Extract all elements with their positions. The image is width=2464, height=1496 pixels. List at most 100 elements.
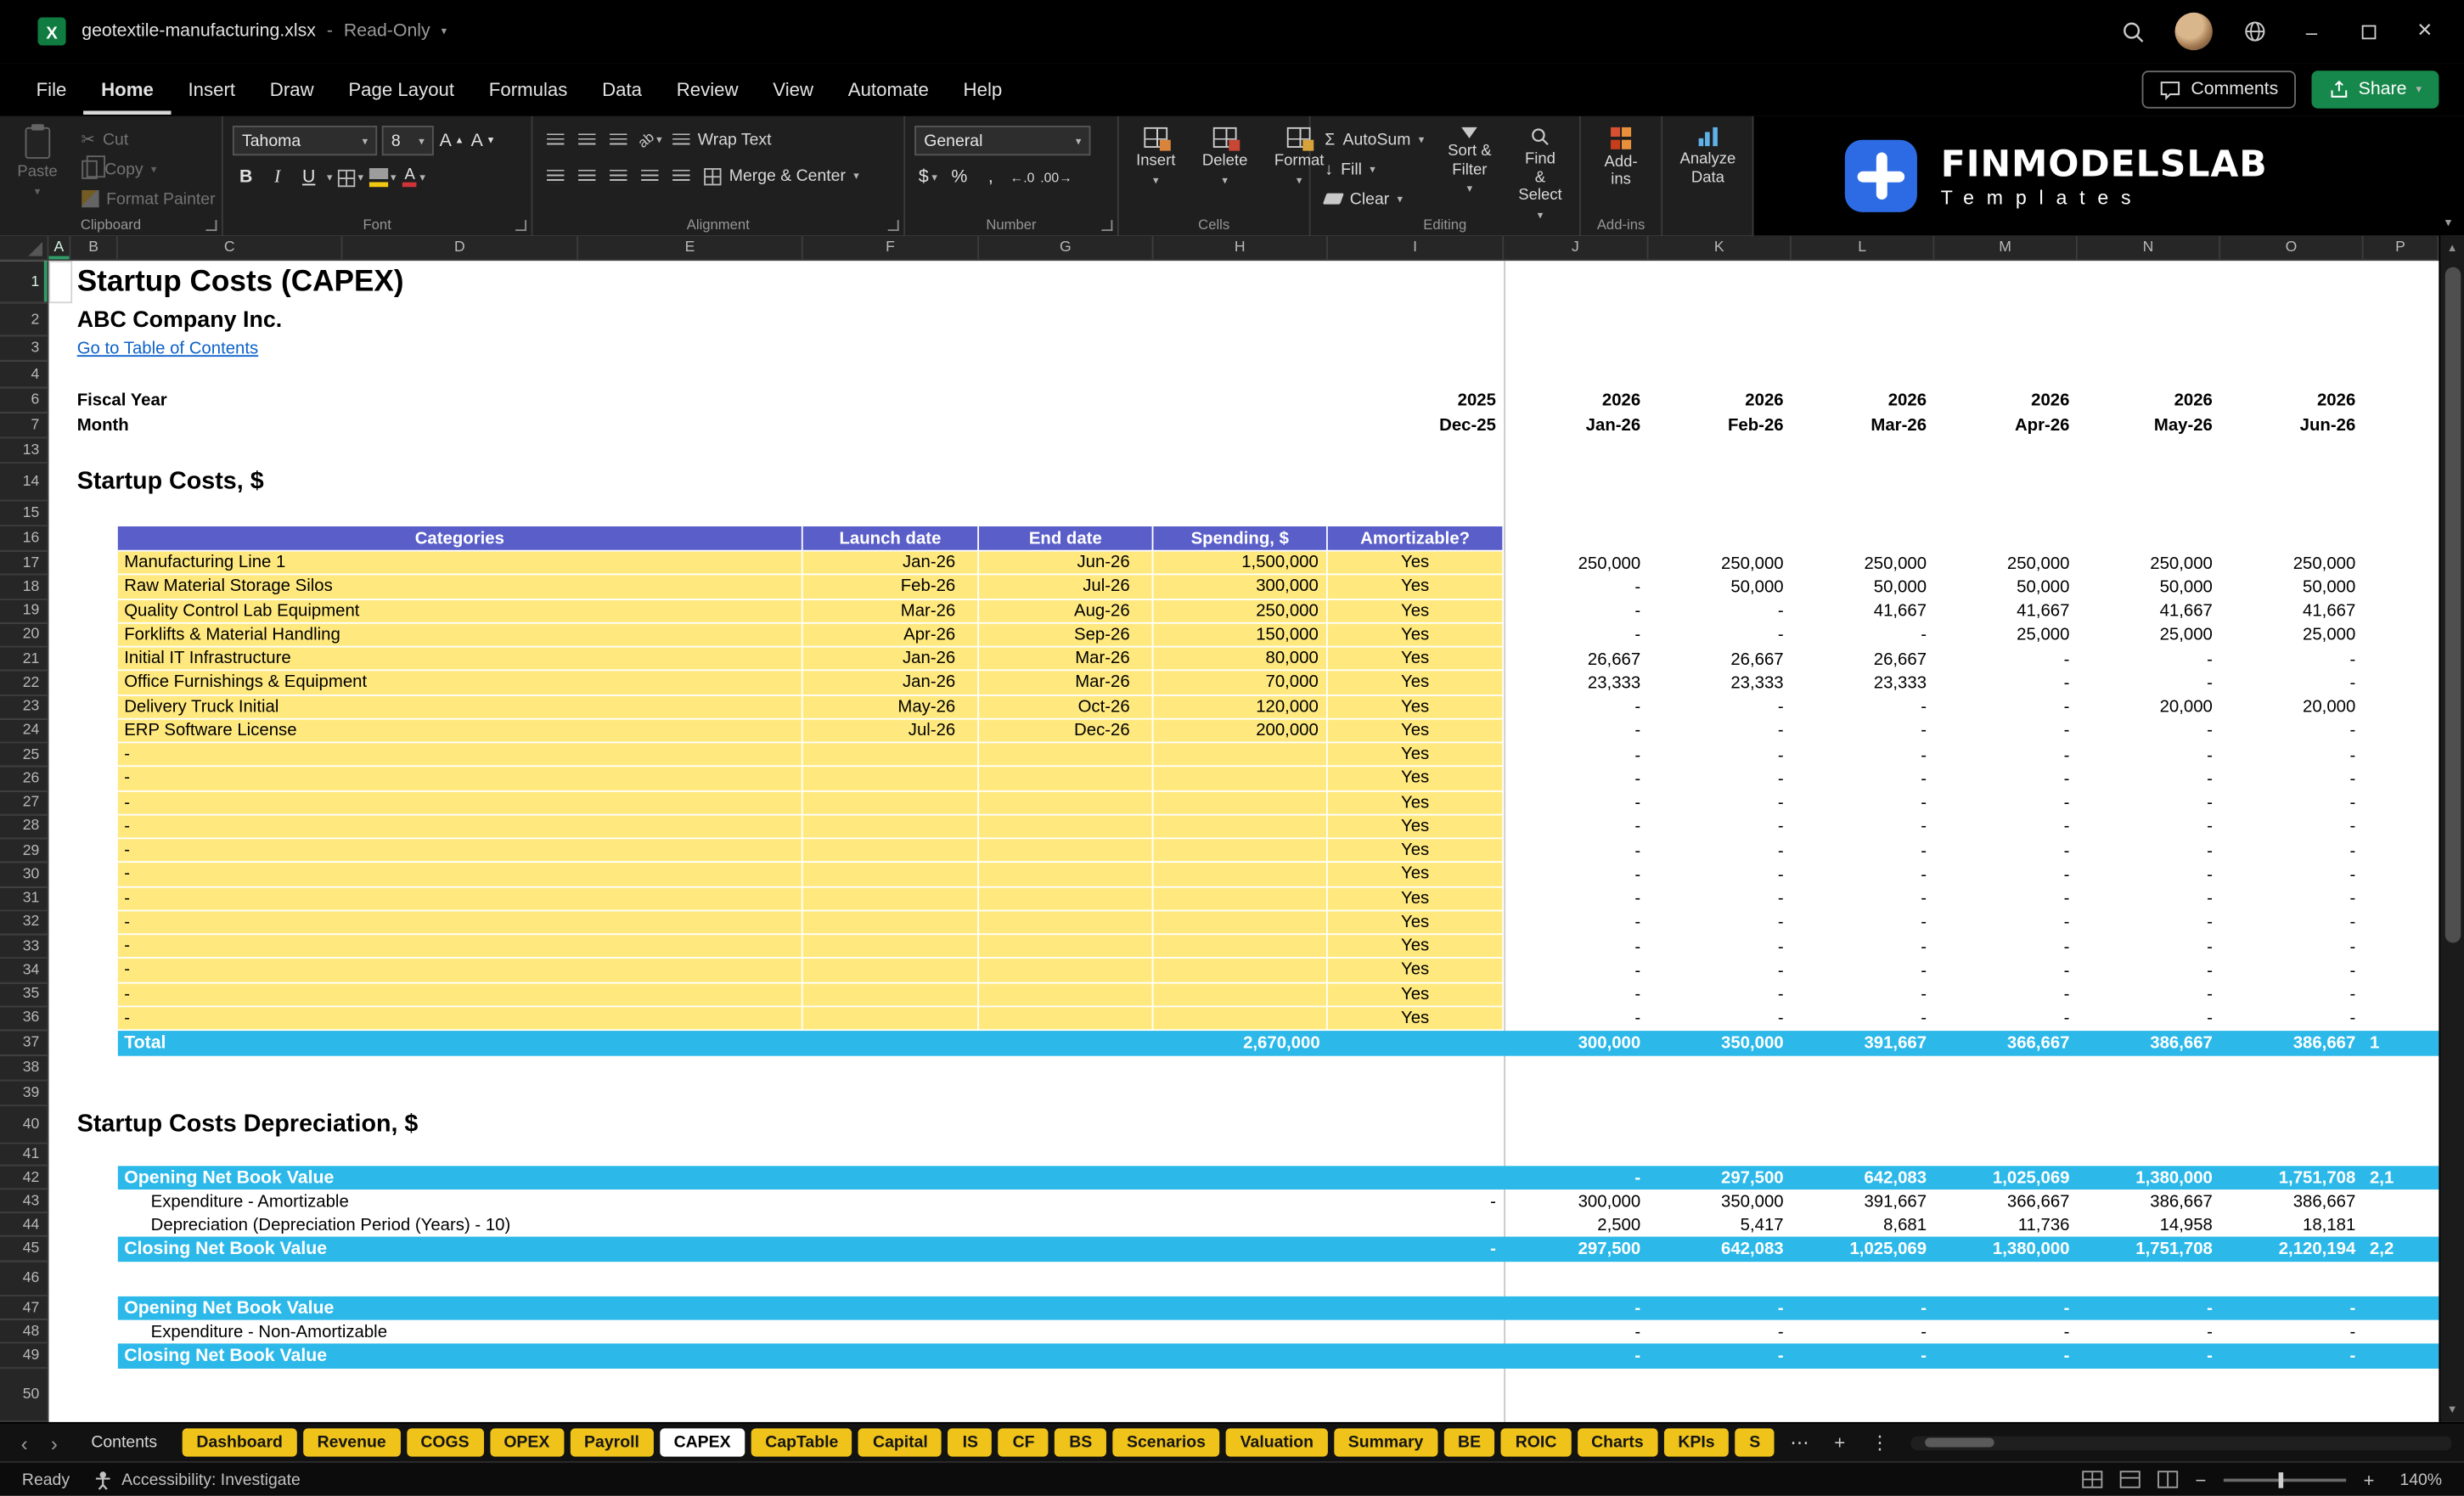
capex-month-value[interactable]: -: [2078, 815, 2220, 839]
capex-amortizable[interactable]: Yes: [1327, 695, 1505, 720]
increase-decimal-button[interactable]: ←.0: [1009, 163, 1035, 191]
fiscal-year-label[interactable]: Fiscal Year: [70, 388, 573, 413]
nonamort-row-label[interactable]: Expenditure - Non-Amortizable: [118, 1320, 809, 1344]
dep-month-value[interactable]: 297,500: [1648, 1166, 1791, 1189]
row-header-39[interactable]: 39: [0, 1081, 49, 1106]
menu-page-layout[interactable]: Page Layout: [331, 65, 471, 115]
capex-amortizable[interactable]: Yes: [1327, 959, 1505, 983]
capex-month-value[interactable]: 50,000: [2220, 576, 2363, 599]
capex-month-value[interactable]: -: [1504, 1007, 1648, 1031]
capex-month-value[interactable]: -: [2220, 719, 2363, 743]
dep-month-value[interactable]: 2,120,194: [2220, 1237, 2363, 1263]
sheet-tab-contents[interactable]: Contents: [72, 1428, 176, 1456]
capex-spending[interactable]: 80,000: [1153, 647, 1328, 672]
column-header-P[interactable]: P: [2364, 235, 2439, 260]
capex-month-value[interactable]: -: [2220, 768, 2363, 791]
capex-spending[interactable]: [1153, 982, 1328, 1007]
capex-month-value[interactable]: -: [2078, 719, 2220, 743]
sheet-tab-is[interactable]: IS: [948, 1428, 993, 1457]
nonamort-month-value[interactable]: -: [1934, 1296, 2077, 1320]
capex-launch-date[interactable]: [802, 910, 980, 936]
capex-month-value[interactable]: -: [1934, 983, 2077, 1007]
nonamort-month-value[interactable]: -: [1792, 1343, 1934, 1369]
month-label[interactable]: Month: [70, 413, 573, 439]
capex-category[interactable]: Manufacturing Line 1: [117, 551, 803, 576]
column-header-N[interactable]: N: [2078, 235, 2221, 260]
capex-spending[interactable]: [1153, 743, 1328, 768]
fiscal-year-value[interactable]: 2026: [1934, 388, 2077, 413]
column-header-C[interactable]: C: [118, 235, 343, 260]
close-button[interactable]: ×: [2401, 8, 2449, 55]
sheet-tab-cf[interactable]: CF: [998, 1428, 1049, 1457]
nbv-label[interactable]: Closing Net Book Value: [118, 1343, 778, 1369]
month-value[interactable]: Jan-26: [1504, 413, 1648, 439]
capex-month-value[interactable]: -: [1934, 648, 2077, 672]
dep-month-value[interactable]: 386,667: [2078, 1189, 2220, 1213]
capex-category[interactable]: -: [117, 863, 803, 887]
capex-month-value[interactable]: 26,667: [1504, 648, 1648, 672]
capex-month-value[interactable]: -: [2078, 935, 2220, 959]
capex-launch-date[interactable]: Feb-26: [802, 575, 980, 600]
wrap-text-button[interactable]: Wrap Text: [668, 127, 777, 153]
capex-spending[interactable]: 200,000: [1153, 719, 1328, 744]
capex-month-value[interactable]: 41,667: [1934, 599, 2077, 623]
font-name-select[interactable]: Tahoma ▾: [232, 126, 378, 156]
capex-month-value[interactable]: -: [1648, 743, 1791, 767]
capex-amortizable[interactable]: Yes: [1327, 623, 1505, 648]
capex-month-value[interactable]: -: [1934, 695, 2077, 719]
dep-month-value[interactable]: 642,083: [1792, 1166, 1934, 1189]
document-title[interactable]: geotextile-manufacturing.xlsx - Read-Onl…: [82, 22, 447, 41]
capex-month-value[interactable]: -: [2220, 983, 2363, 1007]
capex-month-value[interactable]: -: [1648, 1007, 1791, 1031]
capex-amortizable[interactable]: Yes: [1327, 1006, 1505, 1032]
clear-button[interactable]: Clear ▾: [1320, 185, 1429, 211]
capex-month-value[interactable]: -: [2078, 983, 2220, 1007]
menu-file[interactable]: File: [19, 65, 84, 115]
nonamort-month-value[interactable]: -: [1504, 1296, 1648, 1320]
align-center-button[interactable]: [574, 162, 600, 190]
capex-month-value[interactable]: -: [1792, 863, 1934, 887]
dep-month-value[interactable]: 386,667: [2220, 1189, 2363, 1213]
capex-end-date[interactable]: [979, 1006, 1154, 1032]
capex-amortizable[interactable]: Yes: [1327, 839, 1505, 863]
capex-month-value[interactable]: -: [1934, 959, 2077, 982]
column-header-M[interactable]: M: [1934, 235, 2078, 260]
row-header-50[interactable]: 50: [0, 1369, 49, 1422]
capex-launch-date[interactable]: [802, 743, 980, 768]
dep-month-value[interactable]: 11,736: [1934, 1213, 2077, 1237]
capex-spending[interactable]: [1153, 815, 1328, 840]
capex-launch-date[interactable]: [802, 839, 980, 863]
capex-end-date[interactable]: Sep-26: [979, 623, 1154, 648]
capex-amortizable[interactable]: Yes: [1327, 599, 1505, 624]
total-month-value[interactable]: 386,667: [2220, 1031, 2363, 1056]
capex-month-value[interactable]: -: [1792, 887, 1934, 911]
dep-month-value[interactable]: 5,417: [1648, 1213, 1791, 1237]
dep-month-value[interactable]: 300,000: [1504, 1189, 1648, 1213]
sheet-tab-captable[interactable]: CapTable: [751, 1428, 852, 1457]
sheet-tab-cogs[interactable]: COGS: [406, 1428, 484, 1457]
sheet-tab-s[interactable]: S: [1735, 1428, 1775, 1457]
capex-launch-date[interactable]: [802, 959, 980, 983]
capex-category[interactable]: Raw Material Storage Silos: [117, 575, 803, 600]
column-header-F[interactable]: F: [803, 235, 980, 260]
capex-month-value[interactable]: -: [2220, 839, 2363, 863]
fill-button[interactable]: ↓ Fill ▾: [1320, 155, 1429, 182]
sheet-tab-revenue[interactable]: Revenue: [302, 1428, 401, 1457]
capex-amortizable[interactable]: Yes: [1327, 671, 1505, 695]
capex-launch-date[interactable]: [802, 935, 980, 959]
capex-month-value[interactable]: -: [2220, 911, 2363, 935]
capex-spending[interactable]: 250,000: [1153, 599, 1328, 624]
capex-month-value[interactable]: 250,000: [1648, 552, 1791, 576]
capex-spending[interactable]: [1153, 1006, 1328, 1032]
capex-month-value[interactable]: -: [1934, 672, 2077, 695]
nonamort-month-value[interactable]: -: [1648, 1320, 1791, 1344]
font-size-select[interactable]: 8 ▾: [381, 126, 434, 156]
fiscal-year-value[interactable]: 2026: [1792, 388, 1934, 413]
capex-end-date[interactable]: Oct-26: [979, 695, 1154, 720]
dep-month-value[interactable]: 1,025,069: [1792, 1237, 1934, 1263]
minimize-button[interactable]: –: [2288, 8, 2336, 55]
capex-month-value[interactable]: 250,000: [2220, 552, 2363, 576]
nonamort-month-value[interactable]: -: [2220, 1343, 2363, 1369]
column-header-G[interactable]: G: [979, 235, 1154, 260]
capex-month-value[interactable]: -: [2078, 1007, 2220, 1031]
